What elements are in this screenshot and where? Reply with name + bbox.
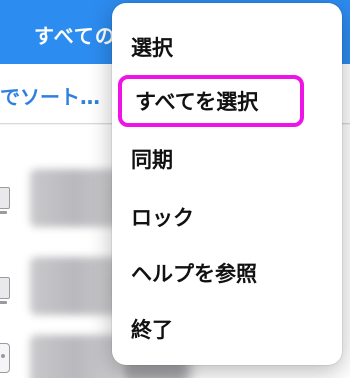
menu-item-lock[interactable]: ロック	[112, 189, 342, 245]
menu-item-label: ヘルプを参照	[131, 262, 257, 286]
computer-icon	[0, 187, 10, 214]
menu-item-sync[interactable]: 同期	[112, 131, 342, 187]
menu-item-select-all[interactable]: すべてを選択	[118, 75, 304, 127]
blurred-content	[30, 335, 120, 378]
context-menu: 選択 すべてを選択 同期 ロック ヘルプを参照 終了	[112, 3, 342, 365]
computer-icon	[0, 277, 10, 304]
blurred-content	[30, 257, 120, 315]
blurred-content	[30, 169, 120, 227]
menu-item-label: 同期	[131, 148, 173, 172]
phone-icon	[0, 343, 10, 373]
menu-item-help[interactable]: ヘルプを参照	[112, 245, 342, 301]
menu-item-quit[interactable]: 終了	[112, 301, 342, 357]
header-title: すべての	[34, 24, 116, 48]
sort-label[interactable]: でソート…	[0, 81, 100, 110]
menu-item-label: 選択	[131, 36, 173, 60]
menu-item-label: ロック	[131, 206, 194, 230]
menu-item-select[interactable]: 選択	[112, 19, 342, 75]
menu-item-label: 終了	[131, 318, 173, 342]
menu-item-label: すべてを選択	[135, 90, 259, 114]
